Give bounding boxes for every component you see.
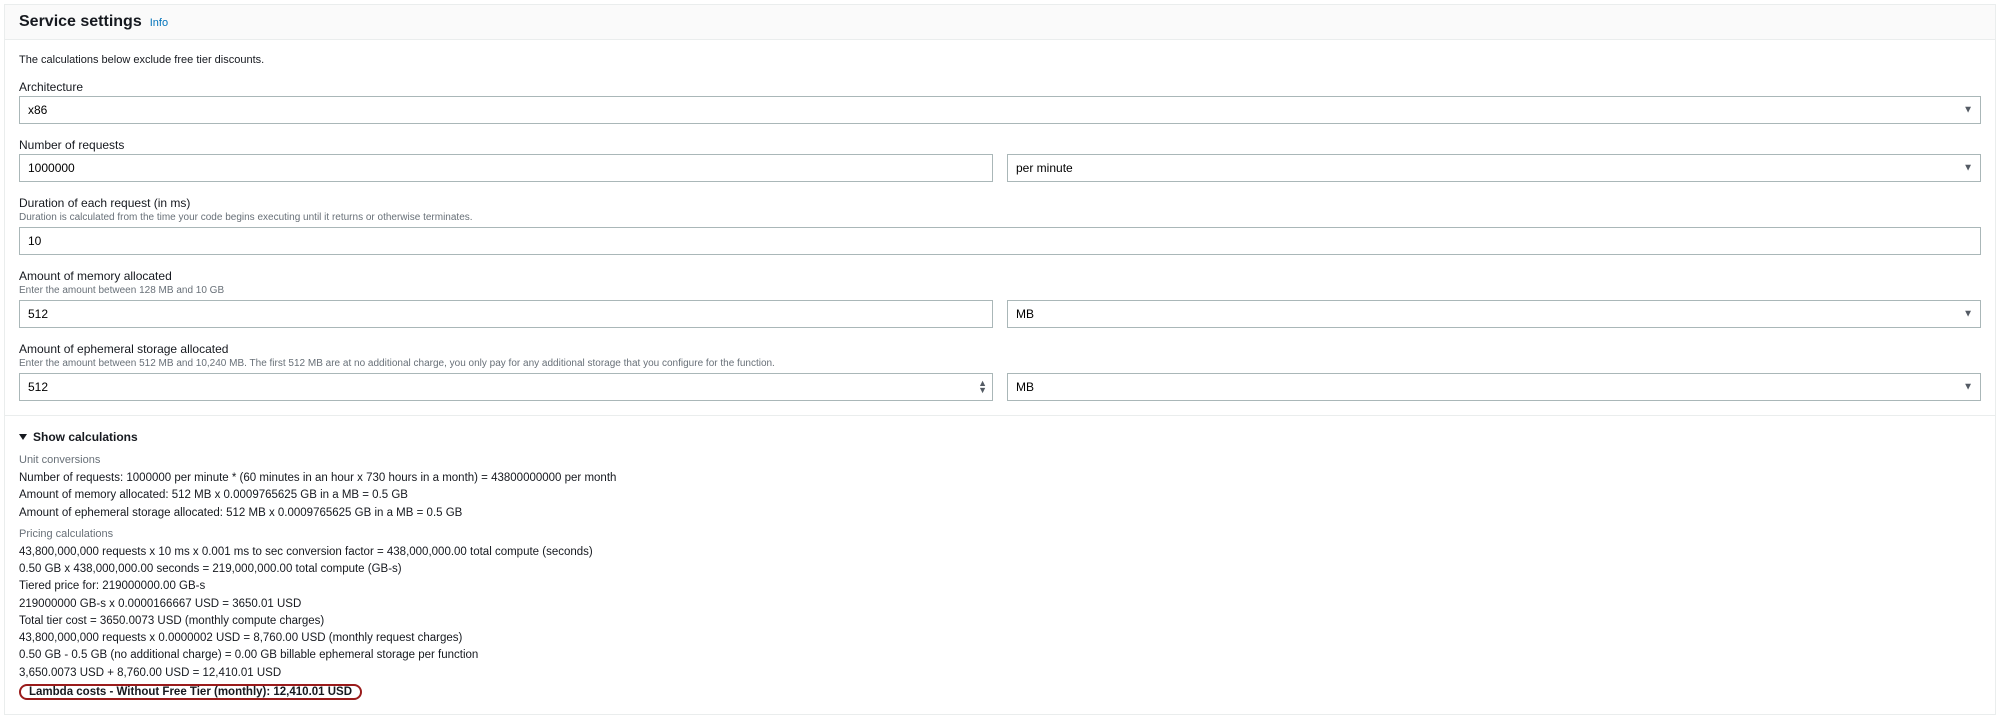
memory-input[interactable] xyxy=(19,300,993,328)
calc-line: 0.50 GB - 0.5 GB (no additional charge) … xyxy=(19,647,1981,664)
requests-input[interactable] xyxy=(19,154,993,182)
architecture-field: Architecture ▼ xyxy=(19,80,1981,124)
caret-down-icon xyxy=(19,434,27,440)
memory-hint: Enter the amount between 128 MB and 10 G… xyxy=(19,285,1981,296)
duration-field: Duration of each request (in ms) Duratio… xyxy=(19,196,1981,255)
calc-line: Tiered price for: 219000000.00 GB-s xyxy=(19,578,1981,595)
show-calculations-label: Show calculations xyxy=(33,430,138,444)
memory-unit-select[interactable] xyxy=(1007,300,1981,328)
panel-title: Service settings xyxy=(19,13,142,31)
duration-input[interactable] xyxy=(19,227,1981,255)
panel-header: Service settings Info xyxy=(5,5,1995,40)
calc-line: 219000000 GB-s x 0.0000166667 USD = 3650… xyxy=(19,596,1981,613)
divider xyxy=(5,415,1995,416)
show-calculations-toggle[interactable]: Show calculations xyxy=(19,430,1981,444)
pricing-calc-heading: Pricing calculations xyxy=(19,528,1981,540)
calc-line: 0.50 GB x 438,000,000.00 seconds = 219,0… xyxy=(19,561,1981,578)
calc-line: Amount of ephemeral storage allocated: 5… xyxy=(19,505,1981,522)
requests-label: Number of requests xyxy=(19,138,1981,152)
storage-input[interactable] xyxy=(19,373,993,401)
lambda-cost-final: Lambda costs - Without Free Tier (monthl… xyxy=(19,684,362,700)
duration-hint: Duration is calculated from the time you… xyxy=(19,212,1981,223)
requests-unit-select[interactable] xyxy=(1007,154,1981,182)
architecture-label: Architecture xyxy=(19,80,1981,94)
memory-field: Amount of memory allocated Enter the amo… xyxy=(19,269,1981,328)
calc-line: 43,800,000,000 requests x 10 ms x 0.001 … xyxy=(19,544,1981,561)
storage-unit-select[interactable] xyxy=(1007,373,1981,401)
info-link[interactable]: Info xyxy=(150,17,168,29)
calc-line: Amount of memory allocated: 512 MB x 0.0… xyxy=(19,487,1981,504)
storage-label: Amount of ephemeral storage allocated xyxy=(19,342,1981,356)
calc-line: Number of requests: 1000000 per minute *… xyxy=(19,470,1981,487)
calc-line: Total tier cost = 3650.0073 USD (monthly… xyxy=(19,613,1981,630)
requests-field: Number of requests ▼ xyxy=(19,138,1981,182)
free-tier-note: The calculations below exclude free tier… xyxy=(19,54,1981,66)
unit-conversions-list: Number of requests: 1000000 per minute *… xyxy=(19,470,1981,522)
duration-label: Duration of each request (in ms) xyxy=(19,196,1981,210)
panel-body: The calculations below exclude free tier… xyxy=(5,40,1995,714)
memory-label: Amount of memory allocated xyxy=(19,269,1981,283)
calc-line: 43,800,000,000 requests x 0.0000002 USD … xyxy=(19,630,1981,647)
pricing-calc-list: 43,800,000,000 requests x 10 ms x 0.001 … xyxy=(19,544,1981,682)
unit-conversions-heading: Unit conversions xyxy=(19,454,1981,466)
calc-line: 3,650.0073 USD + 8,760.00 USD = 12,410.0… xyxy=(19,665,1981,682)
architecture-select[interactable] xyxy=(19,96,1981,124)
service-settings-panel: Service settings Info The calculations b… xyxy=(4,4,1996,715)
storage-hint: Enter the amount between 512 MB and 10,2… xyxy=(19,358,1981,369)
storage-field: Amount of ephemeral storage allocated En… xyxy=(19,342,1981,401)
